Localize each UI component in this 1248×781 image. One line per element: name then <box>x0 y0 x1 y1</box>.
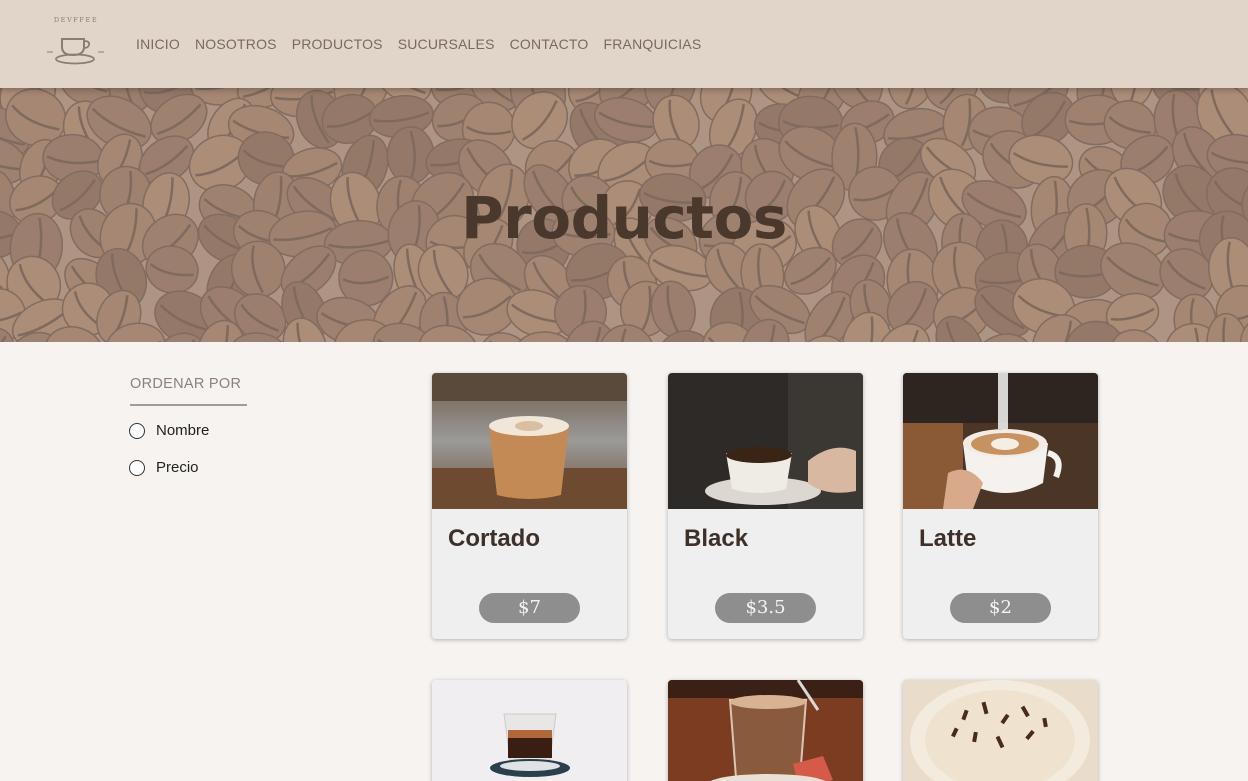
product-image-latte <box>903 373 1098 509</box>
sort-option-nombre[interactable]: Nombre <box>129 422 209 439</box>
product-image-espresso <box>432 680 627 781</box>
product-card-espresso[interactable] <box>432 680 627 781</box>
product-card-latte[interactable]: Latte $2 <box>903 373 1098 639</box>
nav-link-franquicias[interactable]: FRANQUICIAS <box>604 36 702 52</box>
product-card-cortado[interactable]: Cortado $7 <box>432 373 627 639</box>
product-price[interactable]: $3.5 <box>715 593 816 623</box>
product-image-cortado <box>432 373 627 509</box>
product-image-mocha <box>668 680 863 781</box>
coffee-cup-icon <box>47 38 104 65</box>
product-card-black[interactable]: Black $3.5 <box>668 373 863 639</box>
nav-links: INICIO NOSOTROS PRODUCTOS SUCURSALES CON… <box>136 36 701 52</box>
nav-link-sucursales[interactable]: SUCURSALES <box>398 36 495 52</box>
product-name: Latte <box>919 525 977 552</box>
product-card-mocha[interactable] <box>668 680 863 781</box>
nav-link-nosotros[interactable]: NOSOTROS <box>195 36 277 52</box>
product-card-frappe[interactable] <box>903 680 1098 781</box>
nav-link-contacto[interactable]: CONTACTO <box>510 36 589 52</box>
radio-label-precio: Precio <box>156 459 199 476</box>
radio-precio[interactable] <box>129 459 145 476</box>
logo[interactable]: DEVFFEE <box>44 16 108 68</box>
nav-link-inicio[interactable]: INICIO <box>136 36 180 52</box>
navbar: DEVFFEE INICIO NOSOTROS PRODUCTOS SUCURS… <box>0 0 1248 88</box>
radio-nombre[interactable] <box>129 422 145 439</box>
sort-title: ORDENAR POR <box>130 376 242 392</box>
hero-banner: Productos <box>0 88 1248 342</box>
radio-label-nombre: Nombre <box>156 422 210 439</box>
page-title: Productos <box>461 184 787 252</box>
product-price[interactable]: $7 <box>479 593 580 623</box>
product-name: Cortado <box>448 525 540 552</box>
product-image-frappe <box>903 680 1098 781</box>
nav-link-productos[interactable]: PRODUCTOS <box>292 36 383 52</box>
sort-option-precio[interactable]: Precio <box>129 459 199 476</box>
sort-divider <box>130 404 247 406</box>
product-image-black <box>668 373 863 509</box>
product-price[interactable]: $2 <box>950 593 1051 623</box>
product-name: Black <box>684 525 749 552</box>
